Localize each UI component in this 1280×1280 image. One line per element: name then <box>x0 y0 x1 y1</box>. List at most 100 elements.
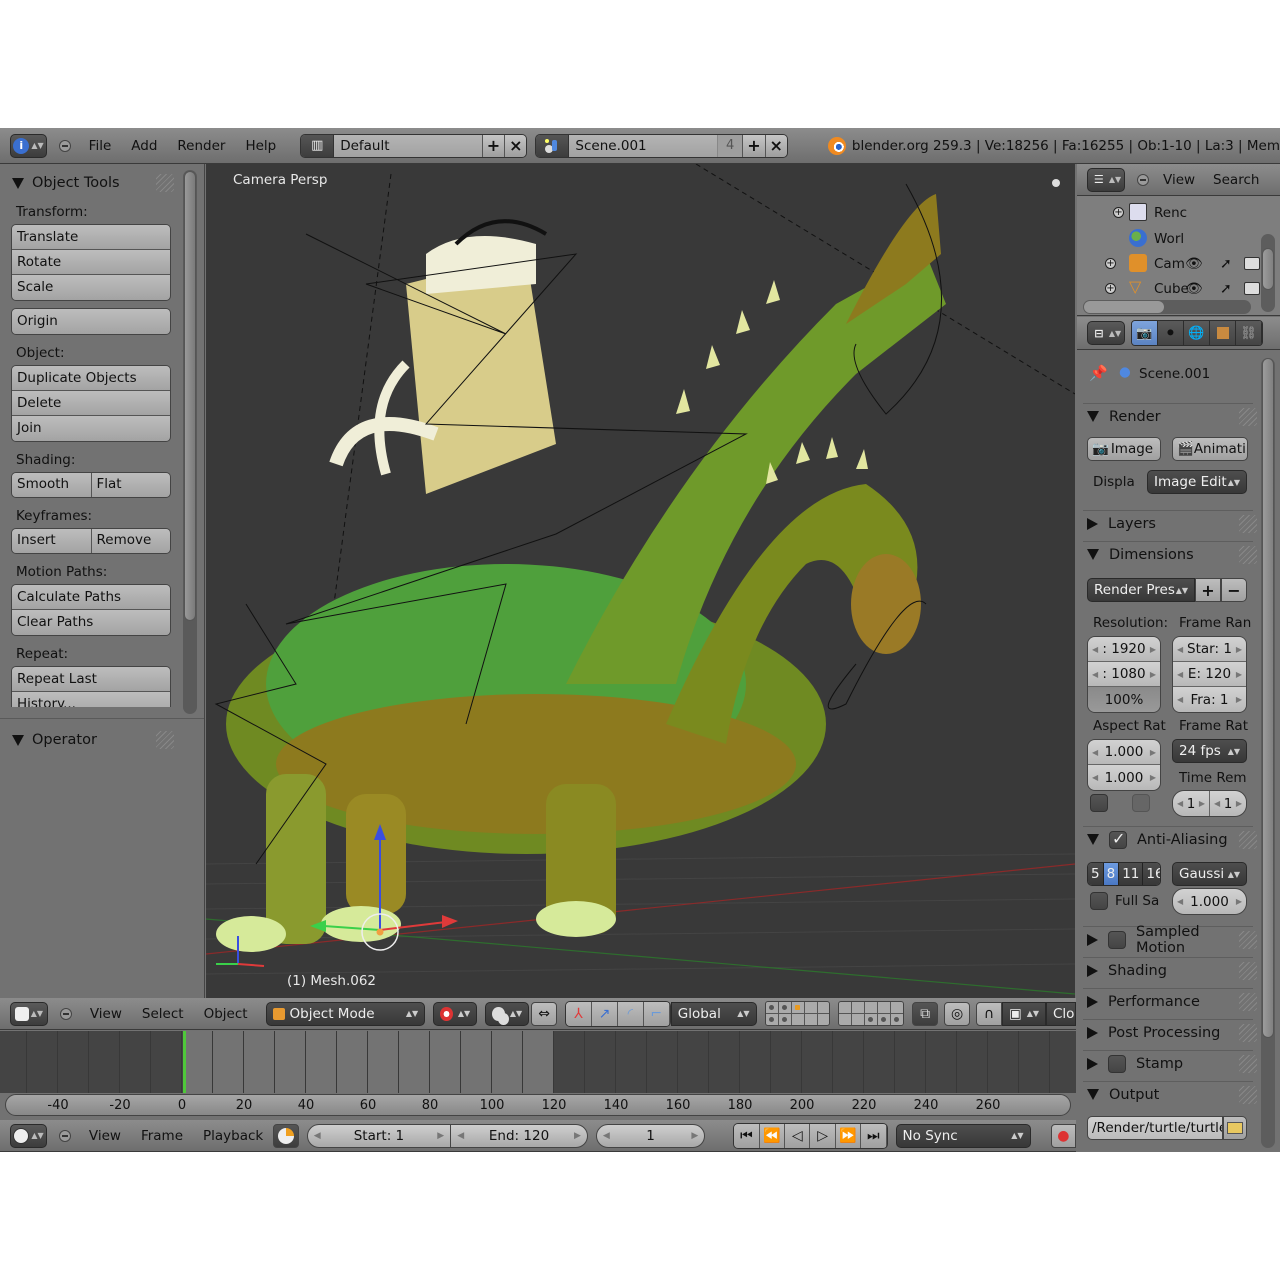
3d-viewport[interactable]: Camera Persp (1) Mesh.062 <box>206 164 1075 998</box>
repeat-last-button[interactable]: Repeat Last <box>12 667 170 692</box>
visibility-eye-icon[interactable]: 👁 <box>1185 256 1203 272</box>
layer-button[interactable] <box>765 1002 778 1013</box>
scrollbar-thumb[interactable] <box>1262 248 1274 290</box>
editor-type-selector[interactable]: ▲▼ <box>10 1123 48 1148</box>
world-context-tab[interactable]: 🌐 <box>1184 321 1210 345</box>
layer-button-active[interactable] <box>791 1002 804 1013</box>
translate-manipulator-icon[interactable]: ↗ <box>591 1001 618 1026</box>
layer-button[interactable] <box>878 1014 891 1025</box>
panel-drag-grip[interactable] <box>1239 515 1257 533</box>
pivot-point-dropdown[interactable]: ▲▼ <box>485 1001 530 1026</box>
menu-playback[interactable]: Playback <box>193 1128 273 1144</box>
menu-search[interactable]: Search <box>1209 172 1263 188</box>
decrement-arrow-icon[interactable]: ◀ <box>308 1131 327 1141</box>
scrollbar-thumb[interactable] <box>184 171 196 621</box>
expand-icon[interactable]: + <box>1105 258 1116 269</box>
clear-paths-button[interactable]: Clear Paths <box>12 610 170 635</box>
jump-to-end-icon[interactable]: ⏭ <box>861 1123 887 1148</box>
translate-button[interactable]: Translate <box>12 225 170 250</box>
current-frame-field[interactable]: ◀ 1 ▶ <box>595 1123 706 1148</box>
scene-icon[interactable] <box>536 134 570 157</box>
preview-range-toggle[interactable] <box>273 1123 299 1148</box>
current-frame-indicator[interactable] <box>183 1031 187 1093</box>
sync-mode-dropdown[interactable]: No Sync ▲▼ <box>895 1123 1031 1148</box>
properties-scrollbar[interactable] <box>1261 358 1275 1148</box>
layer-button[interactable] <box>852 1002 865 1013</box>
collapse-menus-icon[interactable] <box>59 1007 72 1020</box>
menu-view[interactable]: View <box>80 1006 132 1022</box>
viewport-shading-dropdown[interactable]: ▲▼ <box>433 1001 478 1026</box>
panel-drag-grip[interactable] <box>1239 993 1257 1011</box>
aa-filter-dropdown[interactable]: Gaussi ▲▼ <box>1172 862 1247 886</box>
filter-size-value-field[interactable]: ◀ 1.000 ▶ <box>1173 889 1246 914</box>
layer-button[interactable] <box>817 1014 830 1025</box>
render-image-button[interactable]: 📷 Image <box>1087 437 1161 461</box>
play-reverse-icon[interactable]: ◁ <box>785 1123 811 1148</box>
render-presets-dropdown[interactable]: Render Pres ▲▼ <box>1087 578 1195 602</box>
tool-shelf-scrollbar[interactable] <box>183 170 197 714</box>
scene-context-tab[interactable]: ⚫ <box>1158 321 1184 345</box>
sampled-motion-panel-header[interactable]: Sampled Motion <box>1083 924 1257 956</box>
resolution-y-field[interactable]: ◀: 1080 ▶ <box>1088 662 1160 687</box>
menu-add[interactable]: Add <box>121 138 167 154</box>
frame-start-field[interactable]: ◀ Star: 1 ▶ <box>1173 637 1246 662</box>
menu-select[interactable]: Select <box>132 1006 194 1022</box>
frame-step-field[interactable]: ◀ Fra: 1 ▶ <box>1173 687 1246 712</box>
layer-button[interactable] <box>804 1014 817 1025</box>
rotate-button[interactable]: Rotate <box>12 250 170 275</box>
panel-drag-grip[interactable] <box>1239 1024 1257 1042</box>
interaction-mode-dropdown[interactable]: Object Mode ▲▼ <box>265 1001 426 1026</box>
scrollbar-thumb[interactable] <box>1084 301 1164 313</box>
scale-manipulator-icon[interactable]: ⌐ <box>643 1001 670 1026</box>
layer-button[interactable] <box>839 1002 852 1013</box>
layer-button[interactable] <box>817 1002 830 1013</box>
renderability-camera-icon[interactable] <box>1244 282 1260 295</box>
play-icon[interactable]: ▷ <box>810 1123 836 1148</box>
panel-drag-grip[interactable] <box>1239 962 1257 980</box>
menu-object[interactable]: Object <box>194 1006 258 1022</box>
operator-panel-header[interactable]: Operator <box>0 727 204 753</box>
decrement-arrow-icon[interactable]: ◀ <box>597 1131 616 1141</box>
post-processing-panel-header[interactable]: Post Processing <box>1083 1019 1257 1045</box>
scale-button[interactable]: Scale <box>12 275 170 300</box>
menu-view[interactable]: View <box>1157 172 1209 188</box>
full-sample-checkbox[interactable] <box>1090 892 1108 910</box>
aa-sample-option-5[interactable]: 5 <box>1088 863 1104 885</box>
insert-keyframe-button[interactable]: Insert <box>12 529 92 553</box>
browse-folder-button[interactable] <box>1223 1116 1247 1140</box>
remove-screen-button[interactable]: × <box>504 134 527 157</box>
object-tools-panel-header[interactable]: Object Tools <box>0 170 204 196</box>
panel-drag-grip[interactable] <box>1239 1086 1257 1104</box>
timeline-area[interactable] <box>0 1031 1081 1093</box>
object-context-tab[interactable] <box>1210 321 1236 345</box>
output-panel-header[interactable]: Output <box>1083 1081 1257 1107</box>
layer-button[interactable] <box>778 1014 791 1025</box>
add-preset-button[interactable]: + <box>1195 578 1221 602</box>
jump-to-next-keyframe-icon[interactable]: ⏩ <box>835 1123 862 1148</box>
outliner-item[interactable]: + Cam 👁 ➚ <box>1077 251 1260 276</box>
outliner-horizontal-scrollbar[interactable] <box>1083 300 1251 314</box>
increment-arrow-icon[interactable]: ▶ <box>568 1131 587 1141</box>
outliner-item[interactable]: + ▽ Cube 👁 ➚ <box>1077 276 1260 301</box>
panel-drag-grip[interactable] <box>1239 831 1257 849</box>
layer-button[interactable] <box>839 1014 852 1025</box>
aspect-x-field[interactable]: ◀ 1.000 ▶ <box>1088 740 1160 765</box>
manipulator-toggle-button[interactable]: ⇔ <box>531 1001 558 1026</box>
layer-buttons-group-2[interactable] <box>838 1001 905 1026</box>
time-remap-new-field[interactable]: ◀ 1 ▶ <box>1210 791 1246 816</box>
screen-layout-field[interactable]: Default <box>334 134 482 157</box>
jump-to-prev-keyframe-icon[interactable]: ⏪ <box>759 1123 786 1148</box>
display-dropdown[interactable]: Image Edit ▲▼ <box>1147 470 1247 494</box>
duplicate-objects-button[interactable]: Duplicate Objects <box>12 366 170 391</box>
screen-layout-icon[interactable]: ▥ <box>301 134 335 157</box>
crop-checkbox[interactable] <box>1132 794 1150 812</box>
view-options-plus[interactable] <box>1052 179 1060 187</box>
manipulator-axes-icon[interactable]: ⅄ <box>566 1001 592 1026</box>
jump-to-start-icon[interactable]: ⏮ <box>734 1123 760 1148</box>
outliner-item[interactable]: Worl <box>1077 226 1260 251</box>
layer-button[interactable] <box>852 1014 865 1025</box>
delete-button[interactable]: Delete <box>12 391 170 416</box>
border-checkbox[interactable] <box>1090 794 1108 812</box>
stamp-checkbox[interactable] <box>1108 1054 1126 1073</box>
snap-target-dropdown[interactable]: Clo <box>1046 1001 1076 1026</box>
